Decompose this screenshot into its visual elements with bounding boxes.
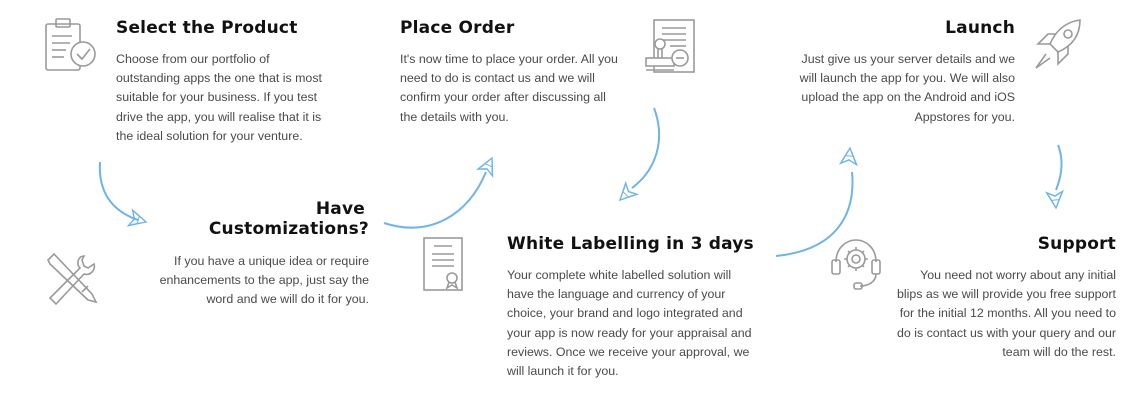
step-title: Place Order <box>400 18 515 38</box>
tools-icon <box>47 252 98 306</box>
step-title-line2: Customizations? <box>208 219 369 239</box>
step-title: Support <box>1037 234 1116 254</box>
step-description: You need not worry about any initial bli… <box>896 268 1116 359</box>
arrow-custom-to-order <box>383 153 500 229</box>
step-customizations: Have Customizations? If you have a uniqu… <box>120 199 369 310</box>
step-launch: Launch Just give us your server details … <box>790 18 1015 127</box>
step-description: It's now time to place your order. All y… <box>400 52 618 124</box>
step-description: Your complete white labelled solution wi… <box>507 268 752 379</box>
step-description: If you have a unique idea or require enh… <box>159 254 369 307</box>
clipboard-check-icon <box>45 18 96 71</box>
step-title: White Labelling in 3 days <box>507 234 754 254</box>
support-headset-icon <box>831 239 881 290</box>
rocket-icon <box>1035 19 1081 69</box>
arrow-launch-to-support <box>1045 144 1065 210</box>
step-description: Just give us your server details and we … <box>799 52 1015 124</box>
step-white-labelling: White Labelling in 3 days Your complete … <box>507 234 759 381</box>
certificate-icon <box>423 237 463 291</box>
step-select-product: Select the Product Choose from our portf… <box>116 18 346 146</box>
step-title: Launch <box>945 18 1015 38</box>
step-title-line1: Have <box>315 199 365 219</box>
step-place-order: Place Order It's now time to place your … <box>400 18 630 127</box>
order-stamp-icon <box>645 19 695 73</box>
step-support: Support You need not worry about any ini… <box>895 234 1116 362</box>
step-description: Choose from our portfolio of outstanding… <box>116 52 322 143</box>
step-title: Select the Product <box>116 18 298 38</box>
